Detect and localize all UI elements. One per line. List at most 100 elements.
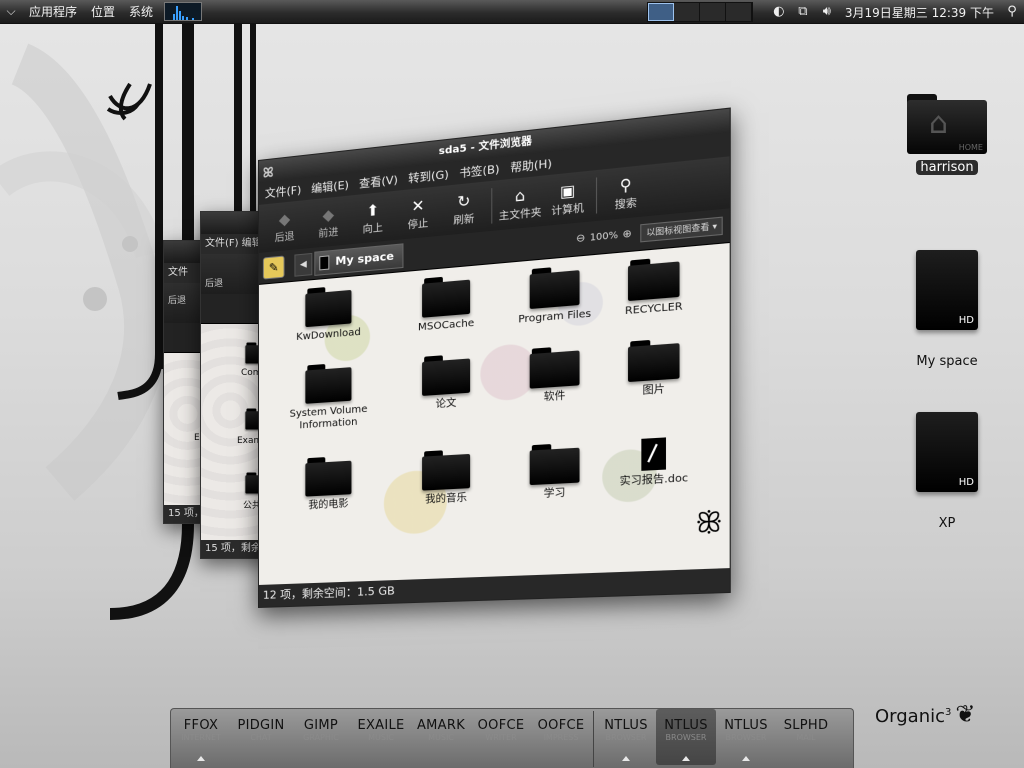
house-icon: ⌂ [929,106,949,141]
folder-icon [628,338,680,383]
launcher-category: INTERNET [181,733,221,742]
search-button[interactable]: ⚲ 搜索 [601,168,650,218]
menu-file[interactable]: 文件(F) [205,238,239,249]
folder-item[interactable]: 图片 [598,335,710,401]
folder-item[interactable]: 我的音乐 [394,447,498,508]
up-arrow-icon: ⬆ [366,200,380,220]
dock-launcher-exaile[interactable]: EXAILE MUSIC [351,709,411,765]
menu-go[interactable]: 转到(G) [408,166,449,187]
refresh-button[interactable]: ↻ 刷新 [441,184,487,232]
menu-system[interactable]: 系统 [122,3,160,20]
back-button[interactable]: ◆ 后退 [263,203,306,249]
folder-item[interactable]: 我的电影 [279,454,379,514]
launcher-name: NTLUS [604,718,648,733]
desktop-icon-xp[interactable]: HD XP [905,412,989,531]
launcher-name: NTLUS [664,718,708,733]
launcher-category: BROWSER [605,733,647,742]
back-icon: ◆ [278,209,291,229]
menu-applications[interactable]: 应用程序 [22,3,84,20]
refresh-icon: ↻ [457,190,471,211]
window-title: sda5 - 文件浏览器 [438,135,532,158]
network-icon[interactable]: ◐ [770,3,788,21]
launcher-name: OOFCE [537,718,585,733]
clock[interactable]: 3月19日星期三 12:39 下午 [839,4,1000,21]
folder-item[interactable]: 论文 [394,351,498,414]
zoom-out-icon[interactable]: ⊖ [576,233,585,245]
folder-item[interactable]: KwDownload [279,282,379,345]
brand-logo: Organic3 ❦ [875,700,976,728]
menu-help[interactable]: 帮助(H) [510,155,552,176]
file-grid: KwDownload MSOCache Program Files RECYCLER S… [259,243,730,585]
launcher-category: MUSIC [368,733,394,742]
folder-item[interactable]: RECYCLER [598,253,710,320]
launcher-name: PIDGIN [237,718,285,733]
dock-launcher-gimp[interactable]: GIMP GRAPHIC [291,709,351,765]
dock-launcher-ntlus[interactable]: NTLUS BROWSER [596,709,656,765]
workspace-2[interactable] [673,3,700,21]
launcher-category: WRITER [485,733,517,742]
workspace-1[interactable] [647,3,674,21]
zoom-level: 100% [589,230,619,244]
dock-launcher-amark[interactable]: AMARK MUSIC [411,709,471,765]
launcher-category: IMPRESS [543,733,579,742]
up-button[interactable]: ⬆ 向上 [350,194,395,241]
stop-button[interactable]: ✕ 停止 [395,189,441,237]
dock-tasks: NTLUS BROWSER NTLUS BROWSER NTLUS BROWSER SLPH… [596,709,836,765]
workspace-3[interactable] [699,3,726,21]
menu-view[interactable]: 查看(V) [359,171,398,191]
folder-item[interactable]: 学习 [501,441,609,504]
corner-logo-icon: ꕥ [695,506,723,541]
hard-drive-icon: HD [916,250,978,330]
running-indicator-icon [622,756,630,761]
file-item[interactable]: 实习报告.doc [598,435,710,490]
dock-launcher-oofce[interactable]: OOFCE WRITER [471,709,531,765]
folder-icon [422,449,471,491]
folder-item[interactable]: System Volume Information [279,360,379,434]
dock-launcher-ntlus[interactable]: NTLUS BROWSER [716,709,776,765]
dock-launcher-ntlus[interactable]: NTLUS BROWSER [656,709,716,765]
launcher-category: BROWSER [665,733,707,742]
computer-icon: ▣ [559,180,576,201]
dock-launcher-slphd[interactable]: SLPHD MAIL [776,709,836,765]
running-indicator-icon [682,756,690,761]
home-button[interactable]: ⌂ 主文件夹 [497,179,544,228]
chevron-left-icon[interactable]: ◀ [294,252,313,277]
zoom-in-icon[interactable]: ⊕ [623,228,632,241]
dock-launcher-ffox[interactable]: FFOX INTERNET [171,709,231,765]
display-icon[interactable]: ⧉ [794,3,812,21]
workspace-4[interactable] [725,3,752,21]
launcher-category: MAIL [796,733,816,742]
desktop-icon-home[interactable]: ⌂ HOME harrison [905,94,989,175]
window-logo-icon: ꕤ [262,165,274,182]
desktop-icon-label: My space [916,354,978,369]
menu-places[interactable]: 位置 [84,3,122,20]
desktop-icon-label: harrison [916,160,978,175]
chevron-down-icon[interactable]: ⌵ [0,4,22,19]
file-name: Program Files [518,308,592,326]
back-button-label[interactable]: 后退 [205,276,223,289]
forward-button[interactable]: ◆ 前进 [306,199,350,246]
dock-launcher-pidgin[interactable]: PIDGIN CHAT [231,709,291,765]
computer-button[interactable]: ▣ 计算机 [544,174,592,223]
menu-bookmarks[interactable]: 书签(B) [459,160,499,181]
edit-location-icon[interactable]: ✎ [262,255,285,280]
file-view[interactable]: KwDownload MSOCache Program Files RECYCLER S… [258,243,730,585]
search-icon[interactable]: ⚲ [1003,3,1021,21]
search-icon: ⚲ [619,174,632,195]
system-monitor-icon[interactable] [164,2,203,21]
volume-icon[interactable]: 🔊︎ [818,3,836,21]
file-browser-window[interactable]: ꕤ sda5 - 文件浏览器 文件(F) 编辑(E) 查看(V) 转到(G) 书… [258,107,731,608]
menu-edit[interactable]: 编辑(E) [311,176,349,196]
workspace-pager-icon[interactable] [646,2,753,22]
folder-item[interactable]: 软件 [501,343,609,407]
view-mode-select[interactable]: 以图标视图查看 ▾ [640,216,723,243]
breadcrumb[interactable]: My space [314,242,404,276]
folder-item[interactable]: Program Files [501,262,609,328]
desktop-icon-my-space[interactable]: HD My space [905,250,989,369]
file-name: 论文 [435,397,457,411]
folder-item[interactable]: MSOCache [394,272,498,336]
launcher-category: MUSIC [428,733,454,742]
dock-launcher-oofce[interactable]: OOFCE IMPRESS [531,709,591,765]
back-button-label[interactable]: 后退 [168,293,186,306]
file-label: E [194,433,200,443]
